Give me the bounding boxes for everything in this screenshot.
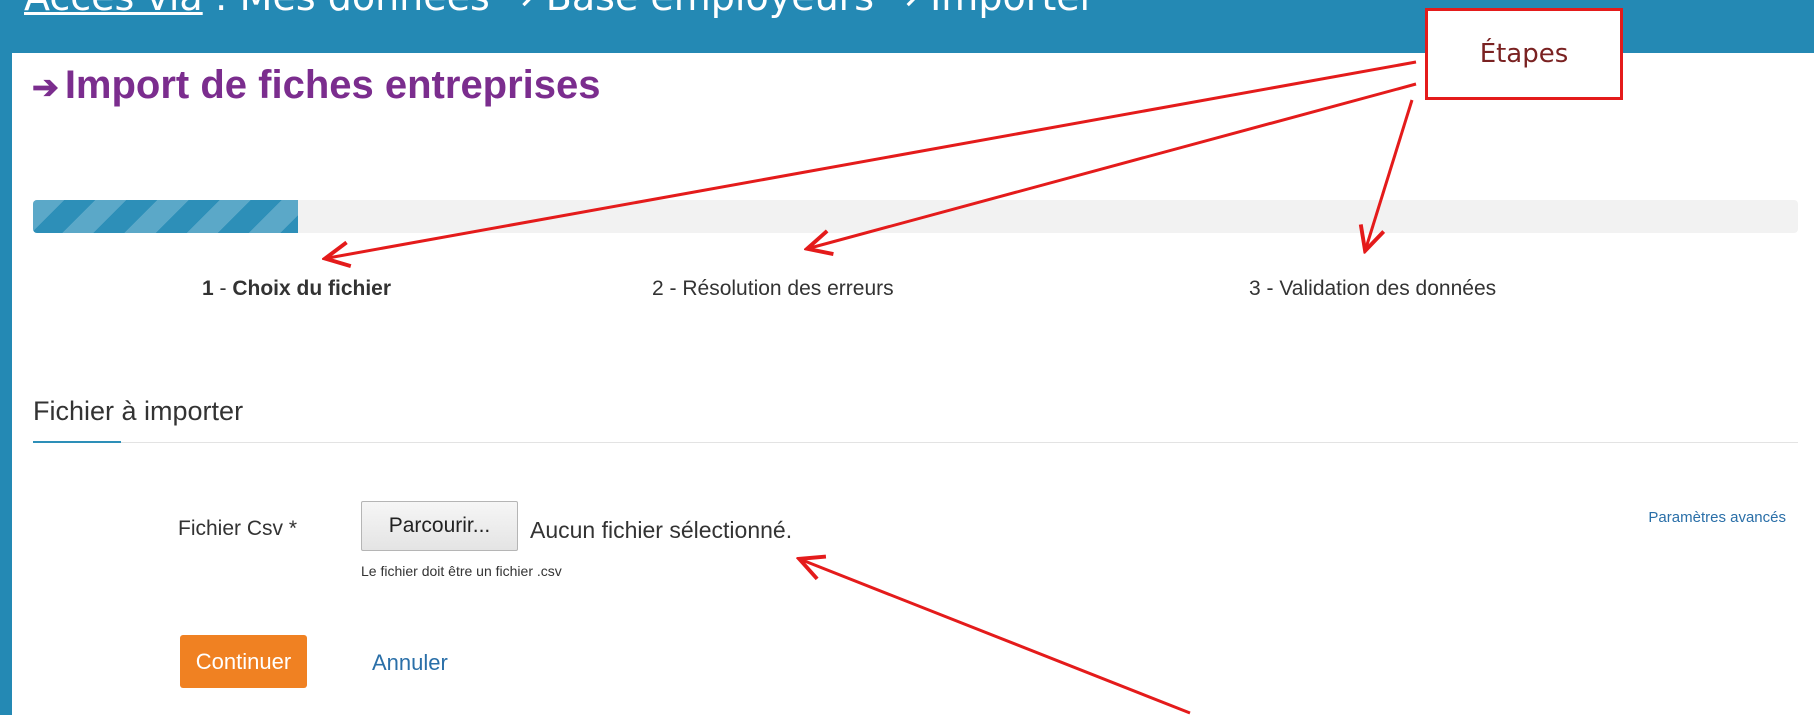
annotation-callout: Étapes	[1425, 8, 1623, 100]
annotation-arrow-step-2	[810, 82, 1417, 248]
annotation-arrow-step-3	[1366, 99, 1414, 248]
annotation-arrows	[0, 60, 1417, 715]
annotation-arrow-file	[802, 560, 1191, 715]
annotation-arrow-step-1	[328, 60, 1417, 258]
